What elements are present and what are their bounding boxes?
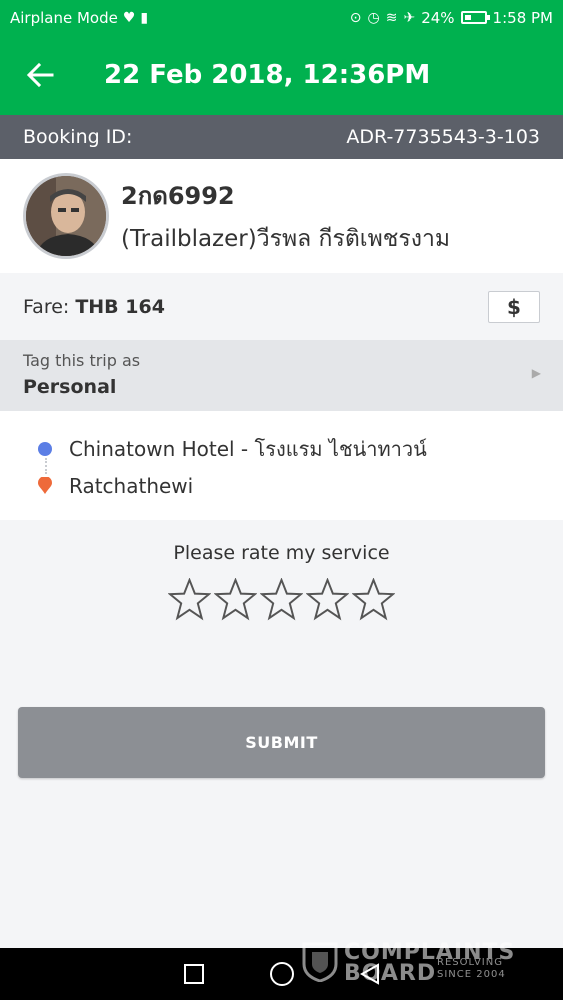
- square-icon: [183, 964, 204, 984]
- recents-button[interactable]: [180, 960, 208, 988]
- license-plate: 2กด6992: [121, 181, 235, 210]
- star-rating: [0, 578, 563, 621]
- pickup-address: Chinatown Hotel - โรงแรม ไชน่าทาวน์: [69, 437, 427, 461]
- star-1-icon[interactable]: [168, 578, 211, 621]
- rating-prompt: Please rate my service: [173, 542, 390, 564]
- home-button[interactable]: [268, 960, 296, 988]
- back-button[interactable]: [0, 35, 80, 115]
- location-icon: ⊙: [349, 9, 362, 26]
- tag-value: Personal: [23, 376, 117, 398]
- map-pin-icon: [38, 477, 52, 494]
- fare-row: Fare: THB 164 $: [0, 273, 563, 340]
- booking-id-value: ADR-7735543-3-103: [346, 126, 540, 148]
- watermark-subtext: RESOLVING SINCE 2004: [437, 957, 506, 980]
- tag-label: Tag this trip as: [23, 351, 141, 370]
- driver-photo-icon: [26, 176, 106, 256]
- page-title: 22 Feb 2018, 12:36PM: [104, 60, 431, 90]
- dropoff-stop: Ratchathewi: [38, 474, 193, 498]
- shield-logo-icon: [302, 942, 338, 982]
- battery-small-icon: ▮: [140, 9, 149, 26]
- alarm-icon: ◷: [367, 9, 380, 26]
- chevron-right-icon: ▶: [531, 366, 541, 380]
- star-5-icon[interactable]: [352, 578, 395, 621]
- heart-icon: ♥: [122, 9, 136, 26]
- star-2-icon[interactable]: [214, 578, 257, 621]
- booking-id-bar: Booking ID: ADR-7735543-3-103: [0, 115, 563, 159]
- wifi-icon: ≋: [385, 9, 398, 26]
- fare-value: THB 164: [75, 295, 165, 318]
- airplane-mode-label: Airplane Mode: [10, 8, 118, 27]
- avatar: [23, 173, 109, 259]
- pickup-stop: Chinatown Hotel - โรงแรม ไชน่าทาวน์: [38, 433, 427, 465]
- payment-method-button[interactable]: $: [488, 290, 540, 323]
- star-3-icon[interactable]: [260, 578, 303, 621]
- route-card: Chinatown Hotel - โรงแรม ไชน่าทาวน์ Ratc…: [0, 411, 563, 520]
- airplane-icon: ✈: [403, 9, 416, 26]
- tag-trip-selector[interactable]: Tag this trip as Personal ▶: [0, 340, 563, 411]
- submit-button[interactable]: SUBMIT: [18, 707, 545, 778]
- rating-section: Please rate my service: [0, 520, 563, 621]
- star-4-icon[interactable]: [306, 578, 349, 621]
- fare-label: Fare:: [23, 295, 70, 318]
- driver-card: 2กด6992 (Trailblazer)วีรพล กีรติเพชรงาม: [0, 159, 563, 273]
- cash-icon: $: [507, 294, 521, 319]
- app-bar: 22 Feb 2018, 12:36PM: [0, 35, 563, 115]
- back-arrow-icon: [26, 62, 54, 88]
- battery-icon: [460, 11, 490, 24]
- booking-id-label: Booking ID:: [23, 126, 133, 148]
- status-bar: Airplane Mode ♥ ▮ ⊙ ◷ ≋ ✈ 24% 1:58 PM: [0, 0, 563, 35]
- driver-name: (Trailblazer)วีรพล กีรติเพชรงาม: [121, 225, 451, 252]
- clock: 1:58 PM: [492, 8, 553, 27]
- circle-icon: [269, 962, 294, 986]
- battery-percent: 24%: [421, 8, 455, 27]
- pickup-dot-icon: [38, 442, 52, 456]
- route-connector: [45, 458, 47, 474]
- watermark: COMPLAINTS BOARD RESOLVING SINCE 2004: [302, 940, 522, 985]
- dropoff-address: Ratchathewi: [69, 474, 194, 498]
